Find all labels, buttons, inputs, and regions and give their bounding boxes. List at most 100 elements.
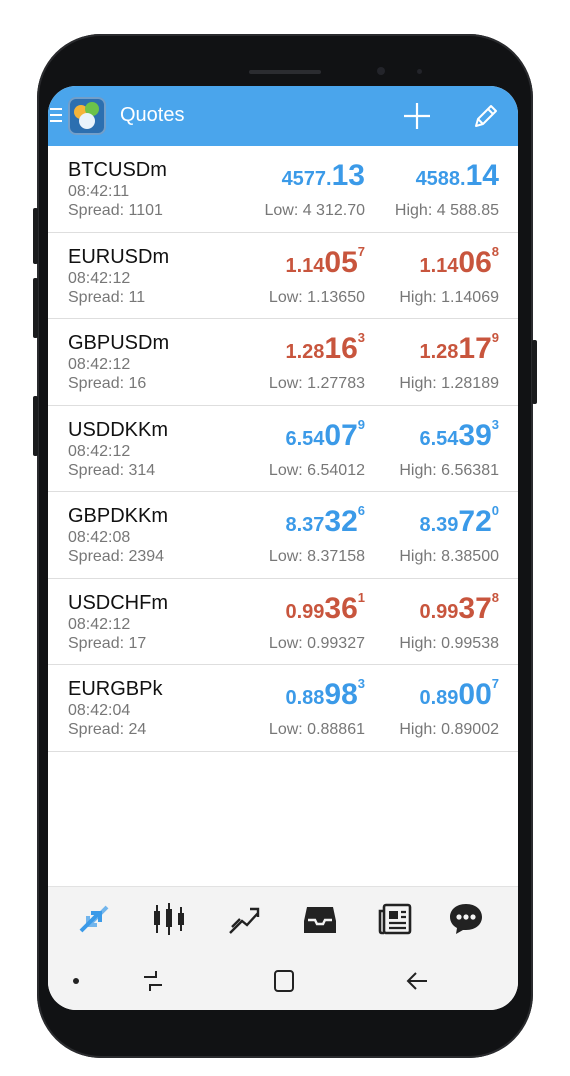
quote-row[interactable]: EURUSDm 08:42:12 Spread: 11 1.14057 1.14… xyxy=(48,233,518,319)
candlestick-chart-icon[interactable] xyxy=(151,901,187,937)
hamburger-icon[interactable] xyxy=(50,108,62,124)
low-value: Low: 1.13650 xyxy=(268,288,365,306)
ask-price: 0.99378 xyxy=(419,591,499,624)
metatrader-logo-icon xyxy=(68,97,106,135)
quotes-arrows-icon[interactable] xyxy=(76,901,112,937)
page-title: Quotes xyxy=(120,104,185,126)
bid-price: 1.14057 xyxy=(285,245,365,278)
ask-price-pips: 17 xyxy=(458,332,492,365)
bid-price-prefix: 8.37 xyxy=(285,514,325,536)
trade-trend-icon[interactable] xyxy=(226,901,262,937)
speaker-grille xyxy=(249,70,321,74)
screen: Quotes BTCUSDm 08:42:11 Spread: 1101 457… xyxy=(48,86,518,1010)
bid-price-fraction: 1 xyxy=(357,589,365,605)
ask-price-prefix: 6.54 xyxy=(419,427,459,450)
ask-price: 1.14068 xyxy=(419,245,499,278)
quote-row[interactable]: GBPUSDm 08:42:12 Spread: 16 1.28163 1.28… xyxy=(48,319,518,406)
volume-up-button xyxy=(33,208,38,264)
ask-price-prefix: 1.28 xyxy=(419,341,459,363)
ask-price-pips: 72 xyxy=(458,505,492,538)
symbol-name: GBPDKKm xyxy=(68,505,169,527)
bid-price-fraction: 3 xyxy=(357,676,365,691)
ask-price: 8.39720 xyxy=(419,504,499,537)
bid-price-pips: 16 xyxy=(324,332,358,365)
ask-price-fraction: 9 xyxy=(491,330,499,345)
low-value: Low: 1.27783 xyxy=(268,375,365,392)
symbol-name: EURGBPk xyxy=(68,678,163,700)
symbol-name: EURUSDm xyxy=(68,245,170,268)
sensor xyxy=(417,69,422,74)
recent-apps-icon[interactable] xyxy=(140,968,166,994)
low-value: Low: 8.37158 xyxy=(268,548,365,565)
ask-price: 0.89007 xyxy=(419,677,499,710)
bid-price: 0.88983 xyxy=(285,677,365,710)
high-value: High: 8.38500 xyxy=(399,548,499,565)
high-value: High: 0.89002 xyxy=(399,721,499,738)
quote-row[interactable]: GBPDKKm 08:42:08 Spread: 2394 8.37326 8.… xyxy=(48,492,518,579)
ask-price-fraction: 8 xyxy=(491,589,499,605)
news-icon[interactable] xyxy=(378,901,414,937)
bixby-button xyxy=(33,396,38,456)
ask-price-prefix: 0.99 xyxy=(419,600,459,623)
quote-time: 08:42:12 xyxy=(68,442,131,460)
ask-price-pips: 06 xyxy=(458,245,492,279)
quote-time: 08:42:08 xyxy=(68,529,131,546)
quote-time: 08:42:11 xyxy=(68,183,130,200)
bid-price-pips: 13 xyxy=(331,159,365,192)
symbol-name: BTCUSDm xyxy=(68,159,167,181)
chat-bubble-icon[interactable] xyxy=(448,901,484,937)
bid-price-prefix: 1.14 xyxy=(285,254,325,277)
plus-icon[interactable] xyxy=(401,100,433,132)
ask-price-pips: 37 xyxy=(458,591,492,625)
bid-price-pips: 98 xyxy=(324,678,358,711)
high-value: High: 1.14069 xyxy=(399,288,499,306)
bid-price: 8.37326 xyxy=(285,504,365,537)
ask-price-pips: 39 xyxy=(458,418,492,452)
ask-price-fraction: 3 xyxy=(491,416,499,432)
bid-price-fraction: 3 xyxy=(357,330,365,345)
ask-price-prefix: 4588. xyxy=(415,168,466,190)
bid-price: 6.54079 xyxy=(285,418,365,451)
quotes-list: BTCUSDm 08:42:11 Spread: 1101 4577.13 45… xyxy=(48,146,518,752)
dot-icon xyxy=(73,978,79,984)
high-value: High: 0.99538 xyxy=(399,634,499,652)
ask-price-prefix: 0.89 xyxy=(419,687,459,709)
quote-time: 08:42:12 xyxy=(68,615,131,633)
bid-price: 0.99361 xyxy=(285,591,365,624)
ask-price-fraction: 0 xyxy=(491,503,499,518)
bottom-tab-bar xyxy=(48,886,518,950)
bid-price-prefix: 1.28 xyxy=(285,341,325,363)
bid-price-prefix: 6.54 xyxy=(285,427,325,450)
quote-time: 08:42:12 xyxy=(68,356,131,373)
ask-price-fraction: 8 xyxy=(491,243,499,259)
ask-price-pips: 00 xyxy=(458,678,492,711)
ask-price-prefix: 8.39 xyxy=(419,514,459,536)
quote-row[interactable]: USDCHFm 08:42:12 Spread: 17 0.99361 0.99… xyxy=(48,579,518,665)
high-value: High: 6.56381 xyxy=(399,461,499,479)
pencil-icon[interactable] xyxy=(470,100,502,132)
quote-row[interactable]: EURGBPk 08:42:04 Spread: 24 0.88983 0.89… xyxy=(48,665,518,752)
bid-price-pips: 32 xyxy=(324,505,358,538)
high-value: High: 4 588.85 xyxy=(394,202,499,219)
volume-down-button xyxy=(33,278,38,338)
bid-price-pips: 05 xyxy=(324,245,358,279)
spread-value: Spread: 17 xyxy=(68,634,147,652)
quote-row[interactable]: BTCUSDm 08:42:11 Spread: 1101 4577.13 45… xyxy=(48,146,518,233)
history-inbox-icon[interactable] xyxy=(302,901,338,937)
quote-row[interactable]: USDDKKm 08:42:12 Spread: 314 6.54079 6.5… xyxy=(48,406,518,492)
low-value: Low: 0.88861 xyxy=(268,721,365,738)
bid-price: 4577.13 xyxy=(282,158,365,191)
high-value: High: 1.28189 xyxy=(399,375,499,392)
symbol-name: GBPUSDm xyxy=(68,332,170,354)
power-button xyxy=(532,340,537,404)
spread-value: Spread: 2394 xyxy=(68,548,165,565)
spread-value: Spread: 1101 xyxy=(68,202,163,219)
home-icon[interactable] xyxy=(271,968,297,994)
back-icon[interactable] xyxy=(405,968,431,994)
low-value: Low: 0.99327 xyxy=(268,634,365,652)
ask-price: 6.54393 xyxy=(419,418,499,451)
quote-time: 08:42:12 xyxy=(68,269,131,287)
quote-time: 08:42:04 xyxy=(68,702,131,719)
bid-price-fraction: 6 xyxy=(357,503,365,518)
ask-price-fraction: 7 xyxy=(491,676,499,691)
